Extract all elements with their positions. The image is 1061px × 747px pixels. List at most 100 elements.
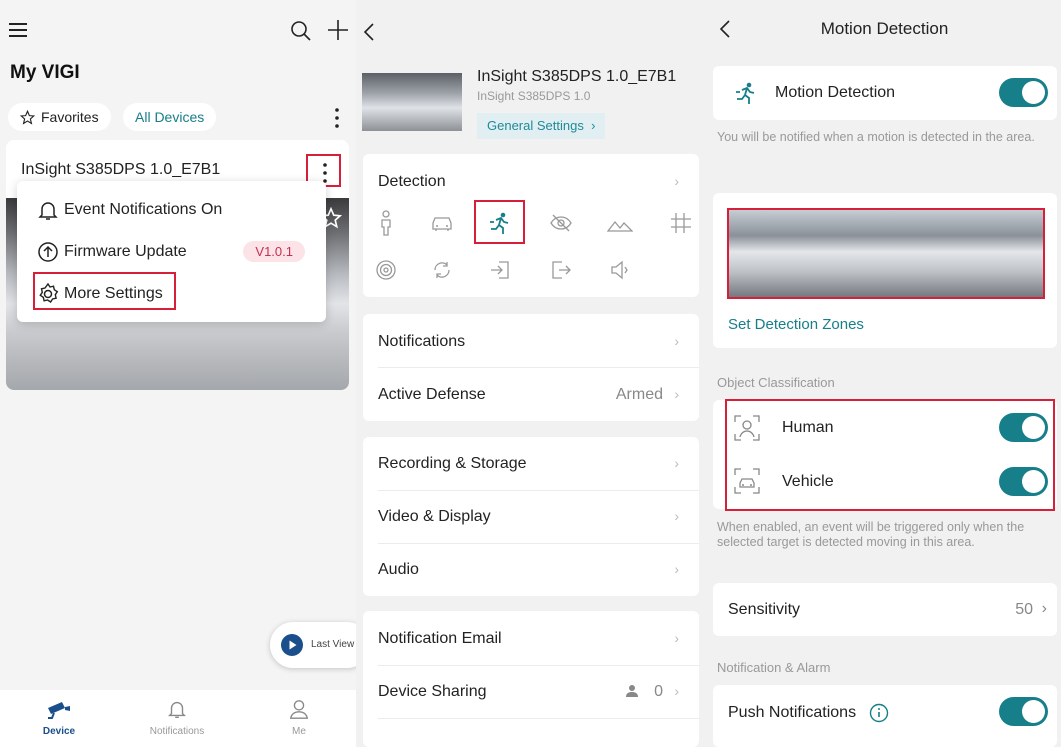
audio-detection-icon[interactable] [372,256,400,284]
user-icon [240,698,356,722]
search-icon[interactable] [290,20,312,42]
firmware-update-item[interactable]: Firmware Update V1.0.1 [17,231,326,273]
landscape-icon[interactable] [606,209,634,237]
detection-zone-preview[interactable] [728,209,1044,298]
audio-label: Audio [378,560,419,578]
vehicle-row: Vehicle [713,454,1057,508]
speaker-icon[interactable] [606,256,634,284]
device-model: InSight S385DPS 1.0 [477,89,591,103]
vehicle-icon [734,468,760,494]
page-title: Motion Detection [820,19,949,38]
chevron-right-icon: › [674,455,679,471]
bottom-tab-bar: Device Notifications Me [0,690,356,747]
chevron-right-icon: › [674,630,679,646]
region-entering-icon[interactable] [486,256,514,284]
sensitivity-row[interactable]: Sensitivity 50 › [713,583,1057,636]
push-notifications-label: Push Notifications [728,704,857,721]
device-list-panel: My VIGI Favorites All Devices InSight S3… [0,0,356,747]
line-crossing-icon[interactable] [667,209,695,237]
favorites-filter[interactable]: Favorites [8,103,111,131]
firmware-update-label: Firmware Update [64,243,187,260]
chevron-right-icon: › [674,683,679,699]
hamburger-menu-icon[interactable] [8,20,28,40]
video-display-label: Video & Display [378,507,491,525]
device-name: InSight S385DPS 1.0_E7B1 [477,68,677,85]
camera-icon [0,698,118,722]
device-sharing-row[interactable]: Device Sharing 0 › [363,665,699,718]
vehicle-toggle[interactable] [999,467,1048,496]
chevron-right-icon: › [1041,600,1047,617]
device-dropdown-menu: Event Notifications On Firmware Update V… [17,181,326,322]
human-label: Human [782,419,834,436]
object-classification-heading: Object Classification [717,375,835,390]
human-row: Human [713,400,1057,454]
recording-storage-row[interactable]: Recording & Storage › [363,437,699,490]
general-settings-label: General Settings [487,118,584,133]
event-notifications-label: Event Notifications On [64,201,223,218]
eye-slash-icon[interactable] [547,209,575,237]
notifications-row[interactable]: Notifications › [363,315,699,368]
human-toggle[interactable] [999,413,1048,442]
chevron-right-icon: › [587,118,596,133]
tab-device-label: Device [42,726,76,737]
vehicle-label: Vehicle [782,473,834,490]
tab-device[interactable]: Device [0,690,118,747]
chevron-right-icon: › [674,508,679,524]
favorites-label: Favorites [41,109,99,125]
tab-me[interactable]: Me [240,690,356,747]
motion-running-icon[interactable] [486,209,514,237]
motion-detection-toggle[interactable] [999,78,1048,107]
last-view-button[interactable]: Last View [270,622,356,668]
push-notifications-toggle[interactable] [999,697,1048,726]
user-icon [625,684,639,698]
recording-storage-label: Recording & Storage [378,454,527,472]
classification-card: Human Vehicle [713,400,1057,509]
active-defense-row[interactable]: Active Defense Armed › [363,368,699,421]
recording-card: Recording & Storage › Video & Display › … [363,437,699,596]
more-settings-label: More Settings [64,285,163,302]
loitering-icon[interactable] [428,256,456,284]
more-vertical-icon[interactable] [330,107,344,129]
detection-card: Detection › [363,154,699,297]
audio-row[interactable]: Audio › [363,543,699,596]
motion-detection-panel: Motion Detection Motion Detection You wi… [708,0,1061,747]
device-thumbnail [362,73,462,131]
device-sharing-count: 0 [654,682,663,700]
bell-icon [36,198,60,222]
detection-label: Detection [378,173,446,190]
all-devices-filter[interactable]: All Devices [123,103,217,131]
more-settings-item[interactable]: More Settings [17,273,326,315]
notification-email-label: Notification Email [378,629,502,647]
bell-icon [118,698,236,722]
add-icon[interactable] [327,19,349,41]
video-display-row[interactable]: Video & Display › [363,490,699,543]
motion-running-icon [734,81,758,105]
general-settings-button[interactable]: General Settings › [477,113,606,139]
notification-email-row[interactable]: Notification Email › [363,612,699,665]
chevron-right-icon: › [674,173,679,189]
play-icon [281,634,303,656]
sensitivity-label: Sensitivity [728,601,801,618]
device-sharing-label: Device Sharing [378,682,487,700]
info-icon[interactable] [869,703,889,723]
last-view-label: Last View [311,639,355,650]
tab-notifications[interactable]: Notifications [118,690,236,747]
sharing-card: Notification Email › Device Sharing 0 › [363,611,699,747]
notifications-card: Notifications › Active Defense Armed › [363,314,699,421]
region-exiting-icon[interactable] [547,256,575,284]
tab-notifications-label: Notifications [149,726,205,737]
car-icon[interactable] [428,209,456,237]
motion-detection-row: Motion Detection [713,66,1057,120]
active-defense-value: Armed [615,385,663,403]
chevron-right-icon: › [674,386,679,402]
event-notifications-item[interactable]: Event Notifications On [17,189,326,231]
star-icon [20,109,35,125]
person-icon[interactable] [372,209,400,237]
set-detection-zones-link[interactable]: Set Detection Zones [728,316,864,333]
tab-me-label: Me [292,726,306,737]
back-arrow-icon[interactable] [362,22,376,42]
motion-detection-label: Motion Detection [775,84,896,101]
upgrade-arrow-icon [36,240,60,264]
device-settings-panel: InSight S385DPS 1.0_E7B1 InSight S385DPS… [356,0,708,747]
device-card-name: InSight S385DPS 1.0_E7B1 [21,161,221,178]
